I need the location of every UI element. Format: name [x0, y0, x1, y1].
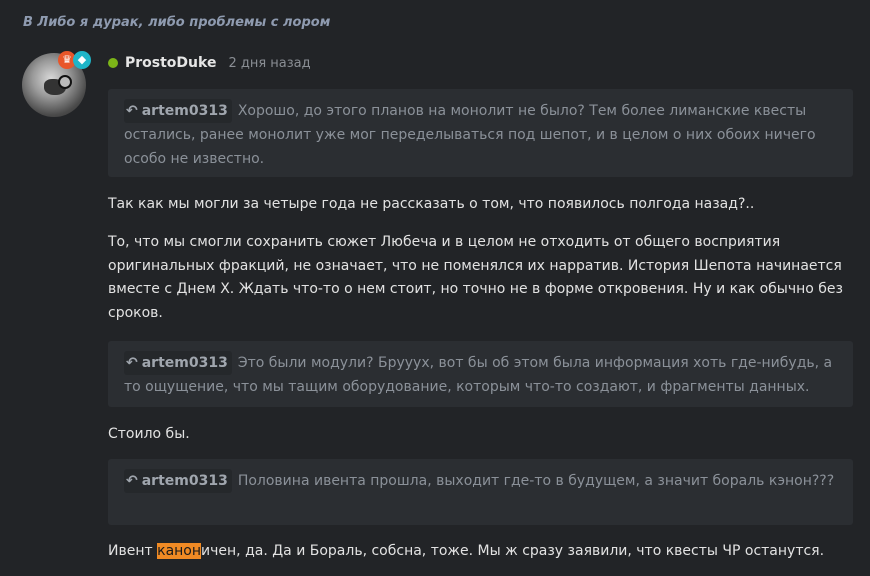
avatar[interactable]: ♛ ◆	[22, 51, 91, 119]
quote-author[interactable]: ↶ artem0313	[124, 99, 232, 123]
reply-arrow-icon: ↶	[126, 473, 138, 489]
search-highlight: канон	[157, 543, 202, 559]
quote-author-name: artem0313	[141, 103, 228, 119]
quote-author-name: artem0313	[141, 355, 228, 371]
post-paragraph: Стоило бы.	[108, 426, 190, 442]
post-header: ProstoDuke 2 дня назад	[108, 53, 311, 73]
post-paragraph: Так как мы могли за четыре года не расск…	[108, 196, 755, 212]
reply-arrow-icon: ↶	[126, 355, 138, 371]
quote-author[interactable]: ↶ artem0313	[124, 469, 232, 493]
quote-block: ↶ artem0313 Хорошо, до этого планов на м…	[108, 89, 853, 177]
paragraph-text: ичен, да. Да и Бораль, собсна, тоже. Мы …	[201, 543, 825, 559]
reply-arrow-icon: ↶	[126, 103, 138, 119]
post-author[interactable]: ProstoDuke	[125, 55, 216, 71]
thread-title[interactable]: В Либо я дурак, либо проблемы с лором	[23, 15, 330, 30]
quote-block: ↶ artem0313 Это были модули? Брууух, вот…	[108, 341, 853, 407]
post-paragraph: Ивент каноничен, да. Да и Бораль, собсна…	[108, 540, 853, 564]
paragraph-text: Ивент	[108, 543, 158, 559]
quote-text: Половина ивента прошла, выходит где-то в…	[237, 473, 835, 489]
quote-block: ↶ artem0313 Половина ивента прошла, выхо…	[108, 459, 853, 525]
post-paragraph: То, что мы смогли сохранить сюжет Любеча…	[108, 234, 843, 321]
quote-author-name: artem0313	[141, 473, 228, 489]
post-time[interactable]: 2 дня назад	[228, 56, 310, 71]
quote-author[interactable]: ↶ artem0313	[124, 351, 232, 375]
diamond-icon: ◆	[73, 51, 91, 69]
online-status-icon	[108, 58, 118, 68]
